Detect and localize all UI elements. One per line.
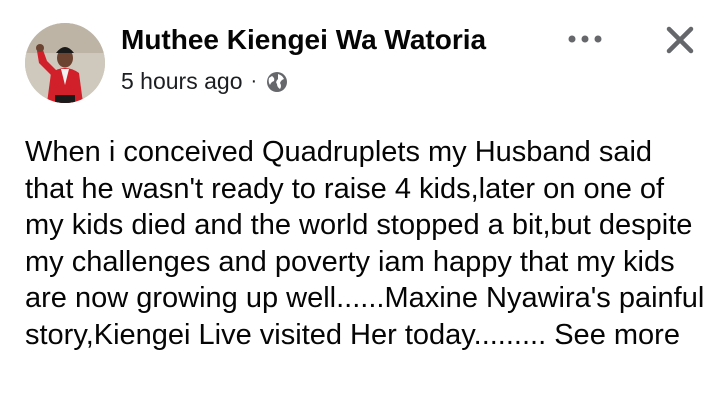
avatar[interactable] — [25, 23, 105, 103]
author-name[interactable]: Muthee Kiengei Wa Watoria — [121, 24, 486, 56]
see-more-link[interactable]: See more — [554, 319, 680, 351]
globe-icon[interactable] — [265, 70, 289, 94]
timestamp[interactable]: 5 hours ago — [121, 68, 242, 95]
close-button[interactable] — [660, 20, 700, 60]
more-options-button[interactable] — [565, 24, 605, 54]
post-meta: 5 hours ago · — [121, 68, 289, 95]
more-options-icon — [568, 35, 602, 43]
avatar-photo — [25, 23, 105, 103]
post-body: When i conceived Quadruplets my Husband … — [25, 134, 705, 353]
post-card: Muthee Kiengei Wa Watoria 5 hours ago · … — [0, 0, 713, 407]
meta-separator: · — [250, 70, 258, 92]
close-icon — [666, 26, 694, 54]
